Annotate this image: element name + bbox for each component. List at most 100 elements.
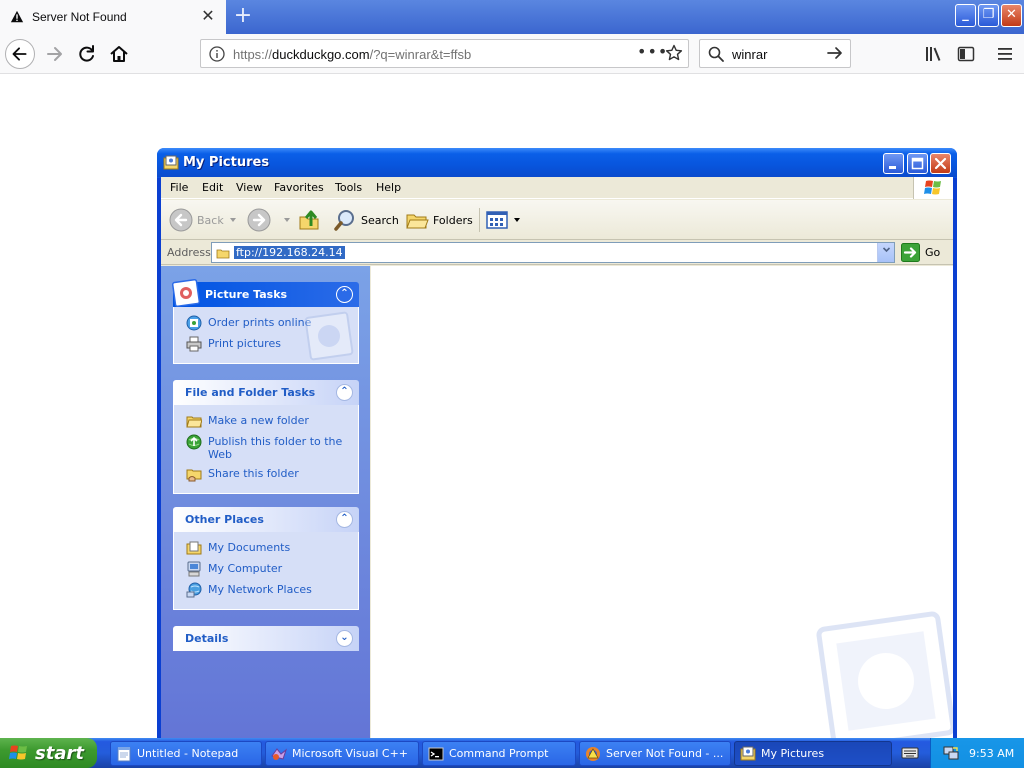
explorer-maximize-button[interactable]	[907, 153, 928, 174]
picture-tasks-header[interactable]: Picture Tasks ⌃	[171, 278, 359, 308]
url-text[interactable]: https://duckduckgo.com/?q=winrar&t=ffsb	[233, 47, 471, 62]
taskbar-button-command-prompt[interactable]: Command Prompt	[422, 741, 576, 766]
firefox-warning-icon	[586, 746, 600, 761]
menu-edit[interactable]: Edit	[202, 181, 223, 194]
explorer-views-button[interactable]	[485, 206, 521, 234]
picture-tasks-icon	[171, 278, 201, 308]
dropdown-arrow-icon	[514, 218, 520, 222]
taskbar-button-label: Server Not Found - ...	[606, 747, 724, 760]
address-dropdown-button[interactable]	[877, 243, 894, 262]
info-icon[interactable]	[209, 46, 225, 62]
task-label: Make a new folder	[208, 414, 309, 427]
search-go-arrow-icon[interactable]	[826, 44, 844, 62]
menu-favorites[interactable]: Favorites	[274, 181, 324, 194]
explorer-back-button[interactable]: Back	[169, 206, 224, 234]
minimize-icon: _	[962, 7, 969, 22]
explorer-search-button[interactable]: Search	[333, 206, 399, 234]
firefox-restore-button[interactable]: ❐	[978, 4, 999, 27]
menu-file[interactable]: File	[170, 181, 188, 194]
back-history-dropdown[interactable]	[229, 206, 237, 234]
collapse-chevron-up-icon[interactable]: ⌃	[336, 384, 353, 401]
address-go-button[interactable]: Go	[901, 242, 940, 263]
task-label: Order prints online	[208, 316, 312, 329]
menu-tools[interactable]: Tools	[335, 181, 362, 194]
address-input[interactable]: ftp://192.168.24.14	[211, 242, 895, 263]
task-publish-folder-web[interactable]: Publish this folder to the Web	[186, 434, 350, 461]
url-host: duckduckgo.com	[272, 47, 370, 62]
close-icon: ✕	[1006, 7, 1017, 22]
printer-icon	[186, 336, 202, 352]
reload-icon[interactable]	[72, 39, 102, 69]
go-label: Go	[925, 246, 941, 259]
search-input[interactable]: winrar	[732, 47, 767, 62]
windows-logo	[913, 177, 953, 199]
taskbar-button-visual-cpp[interactable]: Microsoft Visual C++	[265, 741, 419, 766]
explorer-body: File Edit View Favorites Tools Help Back	[161, 177, 953, 740]
place-my-documents[interactable]: My Documents	[186, 540, 350, 556]
home-icon[interactable]	[104, 39, 134, 69]
close-icon	[934, 157, 947, 170]
details-header[interactable]: Details ⌄	[173, 626, 359, 651]
place-my-network-places[interactable]: My Network Places	[186, 582, 350, 598]
other-places-panel: Other Places ⌃ My Documents My Computer …	[173, 507, 359, 610]
new-tab-button[interactable]: +	[230, 4, 256, 30]
tab-title: Server Not Found	[32, 10, 127, 24]
firefox-close-button[interactable]: ✕	[1001, 4, 1022, 27]
forward-arrow-icon[interactable]	[40, 39, 70, 69]
taskbar: start Untitled - Notepad Microsoft Visua…	[0, 738, 1024, 768]
taskbar-button-my-pictures[interactable]: My Pictures	[734, 741, 892, 766]
tab-server-not-found[interactable]: Server Not Found ✕	[0, 0, 226, 34]
taskbar-button-firefox[interactable]: Server Not Found - ...	[579, 741, 731, 766]
place-label: My Network Places	[208, 583, 312, 596]
place-my-computer[interactable]: My Computer	[186, 561, 350, 577]
address-value[interactable]: ftp://192.168.24.14	[234, 246, 345, 259]
menu-help[interactable]: Help	[376, 181, 401, 194]
url-bar[interactable]: https://duckduckgo.com/?q=winrar&t=ffsb …	[200, 39, 689, 68]
sidebar-icon[interactable]	[957, 45, 975, 63]
search-bar[interactable]: winrar	[699, 39, 851, 68]
folders-label: Folders	[433, 213, 473, 227]
page-actions-icon[interactable]: •••	[637, 42, 668, 61]
task-make-new-folder[interactable]: Make a new folder	[186, 413, 350, 429]
explorer-task-pane: Picture Tasks ⌃ Order prints online Prin…	[161, 266, 370, 740]
place-label: My Documents	[208, 541, 291, 554]
bookmark-star-icon[interactable]	[665, 44, 683, 62]
back-circle-icon	[169, 208, 193, 232]
explorer-up-button[interactable]	[297, 206, 325, 234]
explorer-folders-button[interactable]: Folders	[405, 206, 473, 234]
other-places-body: My Documents My Computer My Network Plac…	[173, 532, 359, 610]
collapse-chevron-up-icon[interactable]: ⌃	[336, 511, 353, 528]
library-icon[interactable]	[924, 45, 944, 63]
explorer-close-button[interactable]	[930, 153, 951, 174]
network-places-icon	[186, 582, 202, 598]
start-button[interactable]: start	[0, 738, 97, 768]
collapse-chevron-up-icon[interactable]: ⌃	[336, 286, 353, 303]
details-title: Details	[185, 632, 229, 645]
keyboard-language-icon[interactable]	[901, 745, 919, 761]
menu-view[interactable]: View	[236, 181, 262, 194]
forward-history-dropdown[interactable]	[283, 206, 291, 234]
place-label: My Computer	[208, 562, 283, 575]
explorer-title-bar[interactable]: My Pictures	[157, 148, 957, 177]
other-places-header[interactable]: Other Places ⌃	[173, 507, 359, 532]
taskbar-button-label: Untitled - Notepad	[137, 747, 239, 760]
new-folder-icon	[186, 416, 202, 428]
explorer-forward-button[interactable]	[247, 206, 275, 234]
tab-close-icon[interactable]: ✕	[200, 8, 216, 24]
expand-chevron-down-icon[interactable]: ⌄	[336, 630, 353, 647]
firefox-minimize-button[interactable]: _	[955, 4, 976, 27]
back-arrow-icon[interactable]	[5, 39, 35, 69]
toolbar-separator	[479, 208, 480, 232]
folder-contents-area[interactable]	[371, 266, 953, 740]
up-folder-icon	[299, 210, 319, 230]
hamburger-menu-icon[interactable]	[996, 45, 1014, 63]
pictures-folder-icon	[163, 155, 179, 170]
views-icon	[486, 211, 508, 229]
taskbar-button-notepad[interactable]: Untitled - Notepad	[110, 741, 262, 766]
network-tray-icon[interactable]	[943, 745, 959, 761]
forward-circle-icon	[247, 208, 271, 232]
task-share-folder[interactable]: Share this folder	[186, 466, 350, 482]
file-folder-tasks-header[interactable]: File and Folder Tasks ⌃	[173, 380, 359, 405]
explorer-minimize-button[interactable]	[883, 153, 904, 174]
system-tray: 9:53 AM	[930, 738, 1024, 768]
